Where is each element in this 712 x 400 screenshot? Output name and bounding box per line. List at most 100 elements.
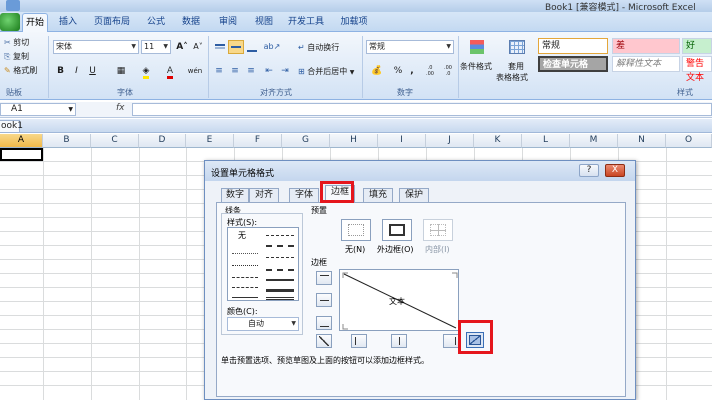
- border-preview[interactable]: 文本: [339, 269, 459, 331]
- font-color-button[interactable]: A: [160, 64, 180, 79]
- line-style-none[interactable]: 无: [238, 230, 246, 241]
- line-style-option[interactable]: [232, 265, 258, 266]
- grow-font-button[interactable]: A˄: [174, 40, 190, 54]
- line-style-option[interactable]: [266, 297, 294, 300]
- tab-data[interactable]: 数据: [176, 13, 206, 32]
- line-style-option[interactable]: [266, 279, 294, 281]
- style-normal[interactable]: 常规: [538, 38, 608, 54]
- tab-alignment[interactable]: 对齐: [249, 188, 279, 203]
- column-header[interactable]: F: [234, 134, 282, 148]
- decrease-indent-icon[interactable]: ⇤: [262, 64, 276, 78]
- style-bad[interactable]: 差: [612, 38, 680, 54]
- font-name-combo[interactable]: 宋体 ▼: [53, 40, 139, 54]
- tab-font[interactable]: 字体: [289, 188, 319, 203]
- border-diagonal-up-button[interactable]: [316, 334, 332, 348]
- preset-outline-button[interactable]: [382, 219, 412, 241]
- tab-insert[interactable]: 插入: [54, 13, 82, 32]
- decrease-decimal-button[interactable]: .00 .0: [440, 64, 456, 78]
- column-header[interactable]: J: [426, 134, 474, 148]
- line-style-option[interactable]: [266, 269, 294, 271]
- align-bottom-icon[interactable]: [244, 40, 260, 54]
- increase-indent-icon[interactable]: ⇥: [278, 64, 292, 78]
- line-style-option[interactable]: [266, 289, 294, 292]
- column-header[interactable]: A: [0, 134, 43, 148]
- align-center-icon[interactable]: ≡: [228, 64, 242, 78]
- tab-addins[interactable]: 加载项: [336, 13, 372, 32]
- workbook-tab[interactable]: ook1: [0, 120, 23, 133]
- help-button[interactable]: ?: [579, 164, 599, 177]
- align-left-icon[interactable]: ≡: [212, 64, 226, 78]
- line-style-option[interactable]: [232, 287, 258, 288]
- line-style-option[interactable]: [266, 257, 294, 258]
- border-right-button[interactable]: [443, 334, 459, 348]
- line-style-option[interactable]: [232, 297, 258, 298]
- column-header[interactable]: C: [91, 134, 139, 148]
- line-style-option[interactable]: [232, 277, 258, 278]
- office-button[interactable]: [0, 13, 20, 31]
- tab-number[interactable]: 数字: [221, 188, 249, 203]
- border-left-button[interactable]: [351, 334, 367, 348]
- comma-button[interactable]: ,: [406, 64, 418, 78]
- line-color-combo[interactable]: 自动 ▼: [227, 317, 299, 331]
- font-size-combo[interactable]: 11 ▼: [141, 40, 171, 54]
- align-right-icon[interactable]: ≡: [244, 64, 258, 78]
- format-as-table-button-line2[interactable]: 表格格式: [496, 71, 528, 84]
- copy-button[interactable]: ⎘ 复制: [4, 50, 29, 63]
- column-header[interactable]: D: [139, 134, 186, 148]
- orientation-icon[interactable]: ab↗: [262, 40, 282, 54]
- border-top-button[interactable]: [316, 271, 332, 285]
- active-cell[interactable]: [0, 148, 43, 161]
- column-header[interactable]: O: [666, 134, 712, 148]
- tab-home[interactable]: 开始: [22, 13, 48, 32]
- column-header[interactable]: G: [282, 134, 330, 148]
- tab-fill[interactable]: 填充: [363, 188, 393, 203]
- column-header[interactable]: I: [378, 134, 426, 148]
- percent-button[interactable]: %: [392, 64, 404, 78]
- bold-button[interactable]: B: [54, 64, 67, 78]
- preset-inside-button[interactable]: [423, 219, 453, 241]
- fx-icon[interactable]: fx: [116, 103, 125, 113]
- formula-input[interactable]: [132, 103, 712, 116]
- preset-none-button[interactable]: [341, 219, 371, 241]
- tab-view[interactable]: 视图: [250, 13, 278, 32]
- tab-review[interactable]: 审阅: [214, 13, 242, 32]
- column-header[interactable]: L: [522, 134, 570, 148]
- shrink-font-button[interactable]: A˅: [190, 40, 206, 54]
- wrap-text-button[interactable]: ↵ 自动换行: [298, 41, 339, 54]
- align-top-icon[interactable]: [212, 40, 228, 54]
- cut-button[interactable]: ✂ 剪切: [4, 36, 29, 49]
- line-style-option[interactable]: [232, 253, 258, 254]
- merge-center-button[interactable]: ⊞ 合并后居中 ▼: [298, 65, 354, 78]
- currency-button[interactable]: 💰: [366, 64, 388, 78]
- style-explanatory[interactable]: 解释性文本: [612, 56, 680, 72]
- border-middle-button[interactable]: [316, 293, 332, 307]
- close-button[interactable]: X: [605, 164, 625, 177]
- borders-button[interactable]: ▦: [110, 64, 132, 78]
- tab-page-layout[interactable]: 页面布局: [90, 13, 134, 32]
- fill-color-button[interactable]: ◈: [136, 64, 156, 79]
- border-bottom-button[interactable]: [316, 316, 332, 330]
- conditional-format-button[interactable]: 条件格式: [460, 60, 492, 73]
- name-box[interactable]: A1 ▼: [0, 103, 76, 116]
- line-style-option[interactable]: [266, 235, 294, 236]
- line-style-list[interactable]: 无: [227, 227, 299, 301]
- conditional-format-icon[interactable]: [466, 36, 488, 58]
- format-painter-button[interactable]: ✎ 格式刷: [4, 64, 37, 77]
- style-good[interactable]: 好: [682, 38, 712, 54]
- column-header[interactable]: K: [474, 134, 522, 148]
- italic-button[interactable]: I: [70, 64, 83, 78]
- column-header[interactable]: H: [330, 134, 378, 148]
- line-style-option[interactable]: [266, 245, 294, 247]
- column-header[interactable]: E: [186, 134, 234, 148]
- align-middle-icon[interactable]: [228, 40, 244, 54]
- increase-decimal-button[interactable]: .0 .00: [422, 64, 438, 78]
- column-header[interactable]: N: [618, 134, 666, 148]
- format-as-table-icon[interactable]: [506, 36, 528, 58]
- quick-access-icon[interactable]: [6, 0, 20, 11]
- column-header[interactable]: B: [43, 134, 91, 148]
- number-format-combo[interactable]: 常规 ▼: [366, 40, 454, 54]
- tab-protection[interactable]: 保护: [399, 188, 429, 203]
- column-header[interactable]: M: [570, 134, 618, 148]
- style-warning[interactable]: 警告文本: [682, 56, 712, 83]
- underline-button[interactable]: U: [86, 64, 99, 78]
